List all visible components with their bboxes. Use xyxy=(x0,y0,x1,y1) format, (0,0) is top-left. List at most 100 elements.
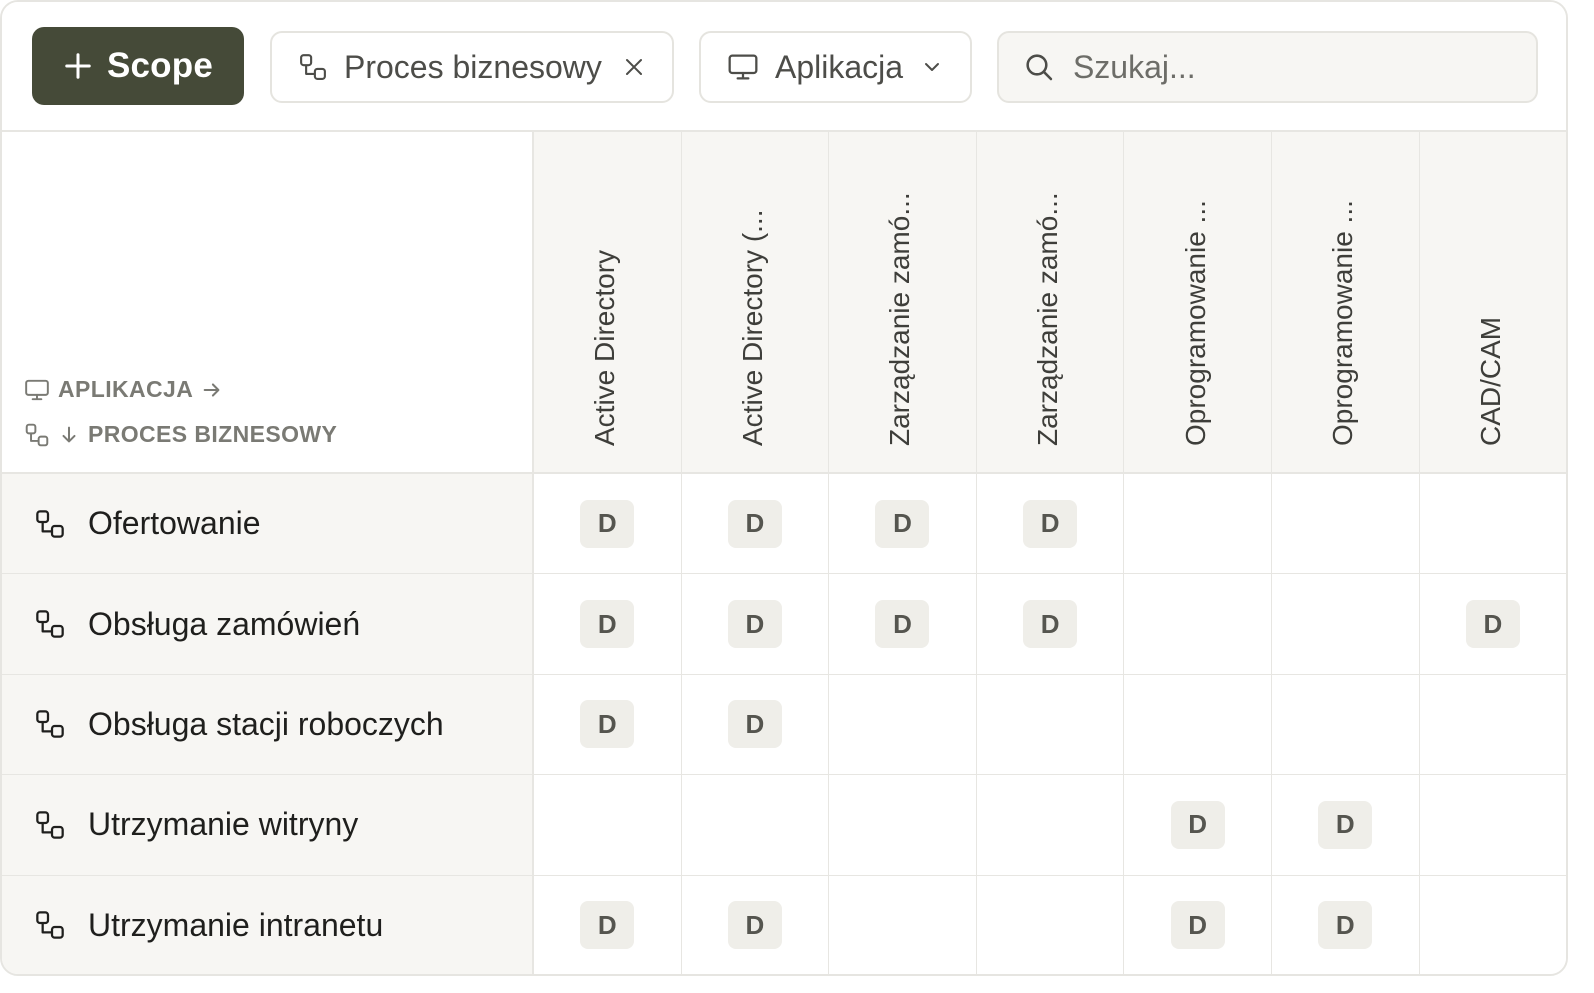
matrix-cell[interactable] xyxy=(1272,674,1421,777)
matrix-cell[interactable] xyxy=(1419,674,1566,777)
add-scope-button[interactable]: Scope xyxy=(32,27,244,105)
chevron-down-icon xyxy=(925,63,939,71)
row-header[interactable]: Utrzymanie witryny xyxy=(2,775,534,877)
relation-badge[interactable]: D xyxy=(1023,600,1078,649)
matrix-cell[interactable]: D xyxy=(829,574,978,676)
matrix-cell[interactable] xyxy=(976,674,1126,777)
relation-badge[interactable]: D xyxy=(1318,800,1373,849)
matrix-view: Scope Proces biznesowy Aplikacja Szukaj.… xyxy=(0,0,1568,976)
column-header[interactable]: Oprogramowanie ... xyxy=(1124,132,1273,474)
search-box[interactable] xyxy=(997,31,1538,103)
matrix-cell[interactable]: D xyxy=(1124,775,1273,877)
process-flow-icon xyxy=(300,54,326,80)
matrix-cell[interactable]: D xyxy=(681,474,831,576)
column-header[interactable]: Active Directory (... xyxy=(681,132,831,474)
relation-badge[interactable]: D xyxy=(875,499,930,548)
relation-badge[interactable]: D xyxy=(727,901,782,950)
relation-badge[interactable]: D xyxy=(875,600,930,649)
process-flow-icon xyxy=(36,710,64,739)
column-header[interactable]: Zarządzanie zamó... xyxy=(829,132,978,474)
row-header[interactable]: Obsługa zamówień xyxy=(2,574,534,676)
row-header[interactable]: Utrzymanie intranetu xyxy=(2,875,534,974)
column-header-label: Active Directory (... xyxy=(736,209,768,446)
matrix-cell[interactable] xyxy=(1419,775,1566,877)
relation-badge[interactable]: D xyxy=(580,600,635,649)
matrix-cell[interactable] xyxy=(1419,875,1566,974)
column-header[interactable]: Zarządzanie zamó... xyxy=(976,132,1126,474)
matrix-cell[interactable] xyxy=(976,875,1126,974)
row-header-label: Utrzymanie intranetu xyxy=(88,906,384,943)
matrix-cell[interactable] xyxy=(1124,674,1273,777)
process-filter-chip[interactable]: Proces biznesowy xyxy=(270,31,674,103)
matrix-cell[interactable] xyxy=(829,875,978,974)
arrow-right-icon xyxy=(203,382,220,397)
matrix-cell[interactable]: D xyxy=(534,674,683,777)
relation-badge[interactable]: D xyxy=(727,700,782,749)
relation-badge[interactable]: D xyxy=(1023,499,1078,548)
matrix-cell[interactable] xyxy=(534,775,683,877)
matrix-cell[interactable] xyxy=(1272,474,1421,576)
column-header[interactable]: Oprogramowanie ... xyxy=(1272,132,1421,474)
matrix-cell[interactable]: D xyxy=(976,574,1126,676)
matrix-cell[interactable]: D xyxy=(829,474,978,576)
application-dropdown[interactable]: Aplikacja xyxy=(699,31,972,103)
matrix-corner: APLIKACJA PROCES BIZNESOWY xyxy=(2,132,534,474)
matrix-cell[interactable]: D xyxy=(534,875,683,974)
matrix-cell[interactable] xyxy=(1272,574,1421,676)
column-header[interactable]: Active Directory xyxy=(534,132,683,474)
axis-rows-label: PROCES BIZNESOWY xyxy=(88,421,338,447)
search-icon xyxy=(1026,54,1053,81)
matrix-cell[interactable] xyxy=(681,775,831,877)
relation-badge[interactable]: D xyxy=(580,499,635,548)
monitor-icon xyxy=(25,379,49,400)
toolbar: Scope Proces biznesowy Aplikacja xyxy=(2,2,1566,132)
relation-badge[interactable]: D xyxy=(1170,800,1225,849)
relation-badge[interactable]: D xyxy=(1170,901,1225,950)
matrix-cell[interactable]: D xyxy=(534,474,683,576)
application-dropdown-label: Aplikacja xyxy=(775,48,904,85)
relation-badge[interactable]: D xyxy=(580,700,635,749)
monitor-icon xyxy=(728,54,758,80)
matrix-cell[interactable]: D xyxy=(534,574,683,676)
matrix-cell[interactable]: D xyxy=(681,674,831,777)
matrix-cell[interactable] xyxy=(829,674,978,777)
close-icon[interactable] xyxy=(622,55,646,79)
process-flow-icon xyxy=(36,811,64,839)
search-input[interactable] xyxy=(1072,48,1512,86)
matrix-cell[interactable] xyxy=(976,775,1126,877)
row-header[interactable]: Obsługa stacji roboczych xyxy=(2,674,534,777)
column-header-label: CAD/CAM xyxy=(1474,316,1506,446)
relation-badge[interactable]: D xyxy=(727,600,782,649)
process-flow-icon xyxy=(36,911,64,940)
axis-columns: APLIKACJA xyxy=(24,376,223,403)
matrix-cell[interactable]: D xyxy=(1419,574,1566,676)
matrix-cell[interactable] xyxy=(1124,574,1273,676)
matrix-cell[interactable]: D xyxy=(1124,875,1273,974)
relation-badge[interactable]: D xyxy=(580,901,635,950)
relation-badge[interactable]: D xyxy=(1318,901,1373,950)
matrix-cell[interactable]: D xyxy=(681,875,831,974)
matrix-cell[interactable]: D xyxy=(1272,775,1421,877)
arrow-down-icon xyxy=(62,426,76,442)
column-header-label: Zarządzanie zamó... xyxy=(1032,192,1064,446)
axis-columns-label: APLIKACJA xyxy=(58,376,194,402)
matrix-cell[interactable] xyxy=(829,775,978,877)
matrix-cell[interactable] xyxy=(1419,474,1566,576)
column-header-label: Zarządzanie zamó... xyxy=(884,192,916,446)
matrix-cell[interactable] xyxy=(1124,474,1273,576)
process-flow-icon xyxy=(36,610,64,638)
matrix-cell[interactable]: D xyxy=(681,574,831,676)
row-header-label: Ofertowanie xyxy=(88,505,261,542)
column-header[interactable]: CAD/CAM xyxy=(1419,132,1566,474)
relation-badge[interactable]: D xyxy=(1465,600,1520,649)
row-header-label: Obsługa stacji roboczych xyxy=(88,705,444,742)
row-header[interactable]: Ofertowanie xyxy=(2,474,534,576)
matrix-cell[interactable]: D xyxy=(1272,875,1421,974)
axis-rows: PROCES BIZNESOWY xyxy=(24,421,337,448)
relation-badge[interactable]: D xyxy=(727,499,782,548)
matrix-cell[interactable]: D xyxy=(976,474,1126,576)
process-filter-label: Proces biznesowy xyxy=(344,48,602,85)
column-header-label: Oprogramowanie ... xyxy=(1327,200,1359,446)
process-flow-icon xyxy=(36,509,64,538)
add-scope-button-label: Scope xyxy=(106,46,214,85)
